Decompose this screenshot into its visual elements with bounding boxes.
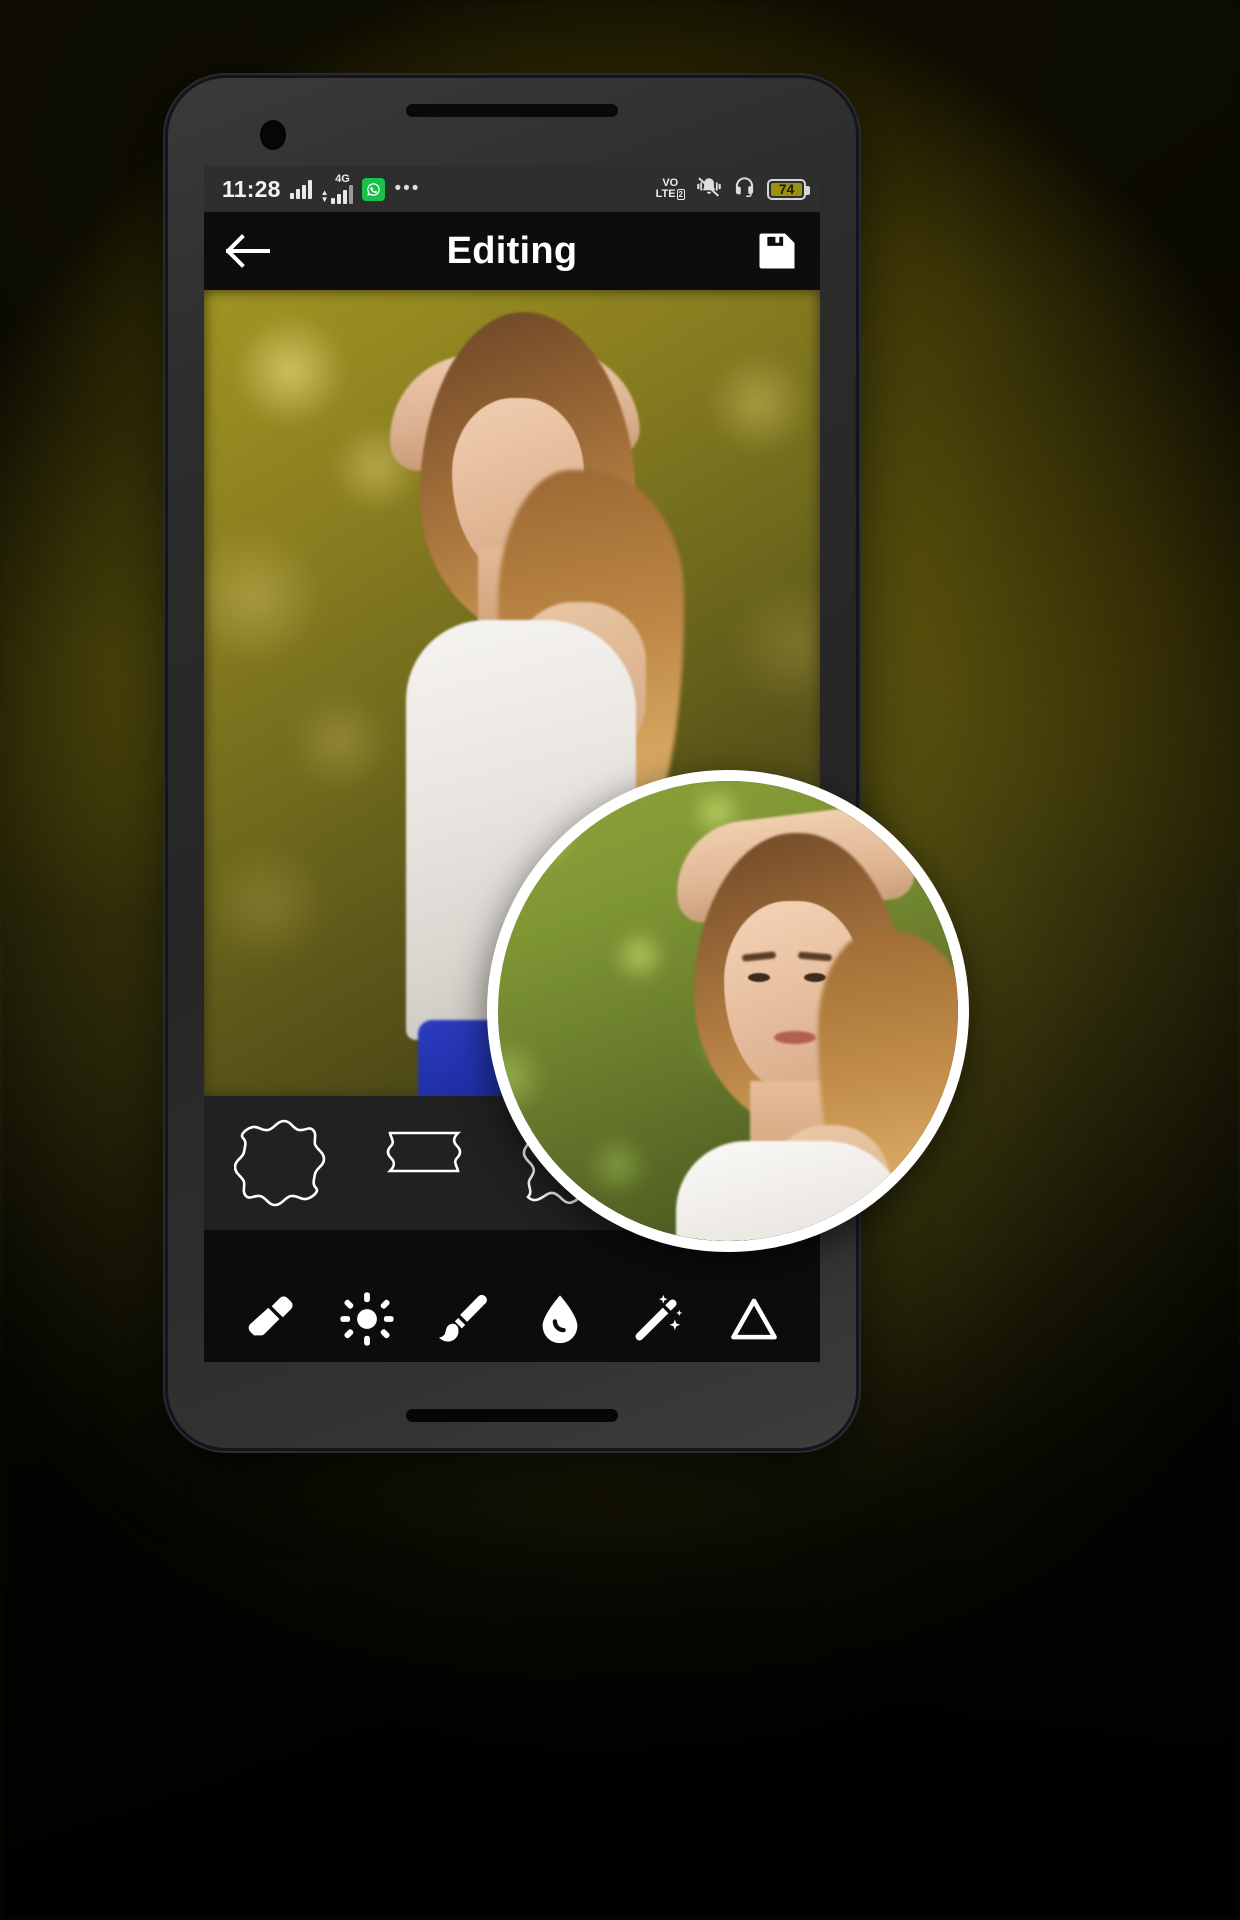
- magnified-eye-left: [748, 973, 770, 982]
- bottom-speaker: [406, 1409, 618, 1422]
- shape-rounded-banner[interactable]: [372, 1115, 476, 1211]
- tool-eraser[interactable]: [222, 1230, 319, 1362]
- volume-button[interactable]: [855, 528, 856, 606]
- notification-overflow-icon: •••: [394, 178, 421, 199]
- front-camera-icon: [260, 120, 286, 150]
- tool-magic[interactable]: [609, 1230, 706, 1362]
- volte-indicator: VO LTE 2: [655, 177, 685, 200]
- page-title: Editing: [446, 229, 578, 272]
- tool-blur[interactable]: [512, 1230, 609, 1362]
- headphones-icon: [733, 175, 756, 203]
- water-drop-icon: [531, 1290, 589, 1348]
- whatsapp-icon[interactable]: [362, 177, 386, 201]
- paintbrush-icon: [435, 1290, 493, 1348]
- signal-bars-icon-2: [331, 185, 354, 204]
- tool-brush[interactable]: [415, 1230, 512, 1362]
- status-bar-left: 11:28 ▲ ▼ 4G •••: [222, 174, 420, 204]
- magnified-eye-right: [804, 973, 826, 982]
- magnified-lips: [774, 1031, 816, 1044]
- back-arrow-icon[interactable]: [226, 234, 270, 268]
- earpiece-speaker: [406, 104, 618, 117]
- power-button[interactable]: [855, 378, 856, 498]
- mobile-data-icon: ▲ ▼ 4G: [321, 174, 354, 204]
- save-floppy-icon[interactable]: [756, 230, 798, 272]
- triangle-icon: [725, 1290, 783, 1348]
- sun-icon: [338, 1290, 396, 1348]
- status-bar-right: VO LTE 2 74: [655, 175, 810, 203]
- magnified-preview[interactable]: [487, 770, 969, 1252]
- bell-muted-icon: [696, 176, 722, 203]
- magic-wand-icon: [628, 1290, 686, 1348]
- status-bar: 11:28 ▲ ▼ 4G ••• VO LTE 2 74: [204, 166, 820, 212]
- shape-scalloped-quatrefoil[interactable]: [232, 1115, 336, 1211]
- signal-bars-icon: [289, 179, 312, 199]
- status-clock: 11:28: [222, 175, 281, 202]
- battery-indicator: 74: [767, 178, 810, 200]
- screenshot-stage: 11:28 ▲ ▼ 4G ••• VO LTE 2 74 Editing: [0, 0, 1240, 1920]
- app-bar: Editing: [204, 212, 820, 290]
- eraser-icon: [241, 1290, 299, 1348]
- volte-sim-number: 2: [676, 189, 685, 200]
- magnified-preview-content: [498, 781, 958, 1241]
- data-transfer-icon: ▲ ▼: [320, 188, 329, 204]
- battery-percent-label: 74: [778, 181, 795, 197]
- magnified-top: [676, 1141, 906, 1241]
- network-type-label: 4G: [335, 173, 350, 185]
- tool-brightness[interactable]: [319, 1230, 416, 1362]
